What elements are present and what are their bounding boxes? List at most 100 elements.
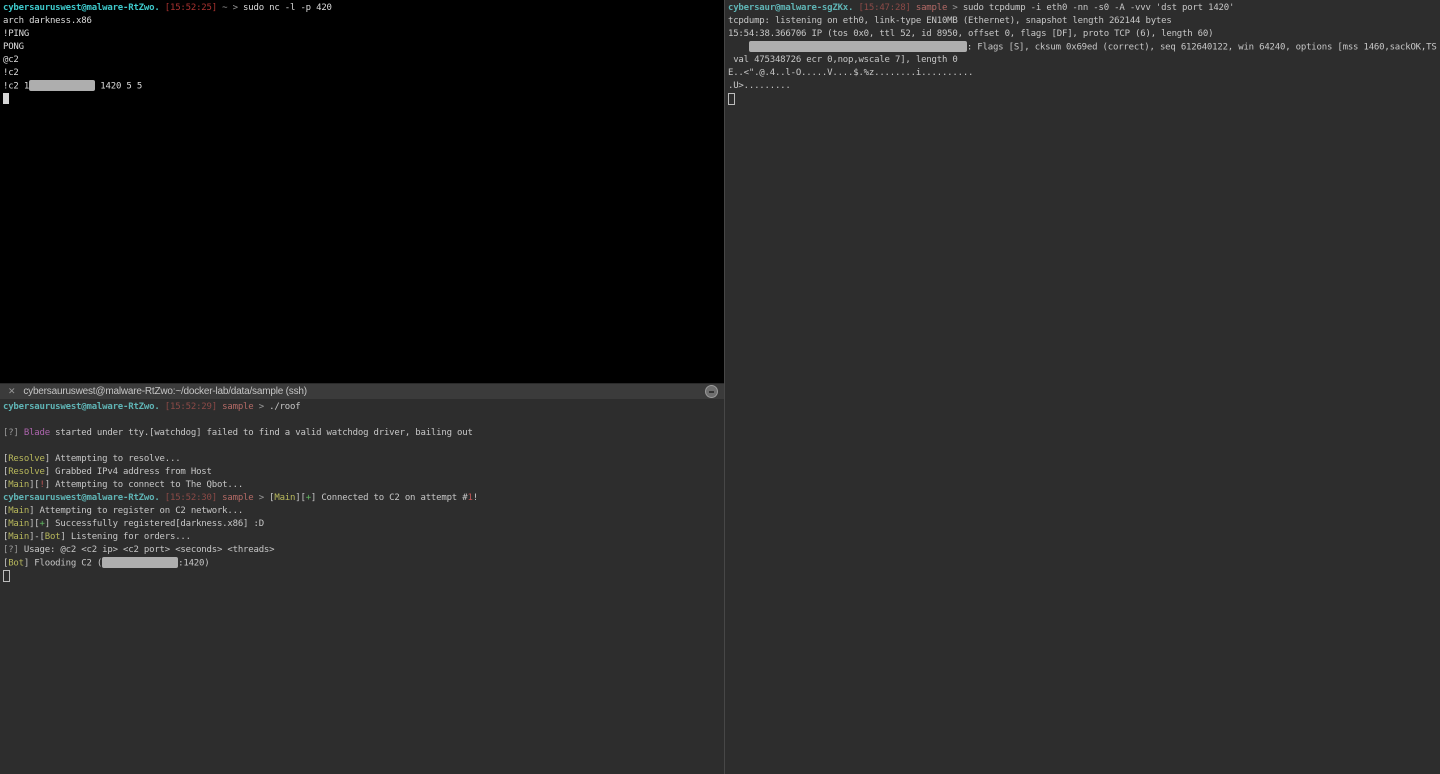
terminal-line: !c2 1 1420 5 5	[3, 80, 724, 93]
text-segment: .U>.........	[728, 81, 791, 91]
text-segment: ~ >	[217, 3, 238, 13]
pane-malware-sample[interactable]: cybersauruswest@malware-RtZwo. [15:52:29…	[0, 399, 724, 774]
terminal-line	[3, 93, 724, 106]
text-segment: Resolve	[8, 454, 45, 464]
text-segment	[728, 43, 749, 53]
redacted-text	[29, 80, 95, 91]
text-segment: PONG	[3, 42, 24, 52]
text-segment: [15:47:28]	[858, 3, 910, 13]
text-segment: tcpdump: listening on eth0, link-type EN…	[728, 16, 1172, 26]
terminal-line: .U>.........	[728, 80, 1440, 93]
terminal-line: E..<".@.4..l-O.....V....$.%z........i...…	[728, 67, 1440, 80]
text-segment: sample	[911, 3, 948, 13]
text-segment: >	[947, 3, 957, 13]
text-segment: ] Grabbed IPv4 address from Host	[45, 467, 212, 477]
terminal-line	[3, 570, 724, 583]
text-segment: Usage: @c2 <c2 ip> <c2 port> <seconds> <…	[19, 545, 275, 555]
terminal-line: PONG	[3, 41, 724, 54]
text-segment: Resolve	[8, 467, 45, 477]
text-segment: cybersaur@malware-sgZKx.	[728, 3, 853, 13]
text-segment: !	[473, 493, 478, 503]
text-segment: Main	[8, 532, 29, 542]
terminal-line: cybersauruswest@malware-RtZwo. [15:52:29…	[3, 401, 724, 414]
terminal-line: [Main] Attempting to register on C2 netw…	[3, 505, 724, 518]
text-segment: ][	[295, 493, 305, 503]
text-segment: Blade	[24, 428, 50, 438]
terminal-line: 15:54:38.366706 IP (tos 0x0, ttl 52, id …	[728, 28, 1440, 41]
terminal-line: cybersauruswest@malware-RtZwo. [15:52:30…	[3, 492, 724, 505]
text-segment: cybersauruswest@malware-RtZwo.	[3, 402, 160, 412]
text-segment: Main	[8, 519, 29, 529]
terminal-line	[3, 414, 724, 427]
text-segment: ][	[29, 519, 39, 529]
text-segment: sample	[217, 402, 254, 412]
terminal-line: cybersaur@malware-sgZKx. [15:47:28] samp…	[728, 2, 1440, 15]
text-segment: Bot	[8, 559, 24, 569]
terminal-line: [Bot] Flooding C2 (:1420)	[3, 557, 724, 570]
pane-tcpdump[interactable]: cybersaur@malware-sgZKx. [15:47:28] samp…	[725, 0, 1440, 774]
text-segment: cybersauruswest@malware-RtZwo.	[3, 493, 160, 503]
terminal-line: !c2	[3, 67, 724, 80]
terminal-cursor	[3, 93, 9, 104]
redacted-text	[749, 41, 967, 52]
text-segment: Main	[8, 506, 29, 516]
text-segment: !c2	[3, 68, 19, 78]
text-segment: 1420 5 5	[95, 82, 142, 92]
terminal-line: @c2	[3, 54, 724, 67]
terminal-output: cybersauruswest@malware-RtZwo. [15:52:29…	[3, 401, 724, 583]
terminal-line: arch darkness.x86	[3, 15, 724, 28]
text-segment: 15:54:38.366706 IP (tos 0x0, ttl 52, id …	[728, 29, 1213, 39]
text-segment: Bot	[45, 532, 61, 542]
text-segment: !c2 1	[3, 82, 29, 92]
terminal-line: [Main]-[Bot] Listening for orders...	[3, 531, 724, 544]
text-segment: ][	[29, 480, 39, 490]
terminal-line: [Main][+] Successfully registered[darkne…	[3, 518, 724, 531]
text-segment: ] Attempting to connect to The Qbot...	[45, 480, 243, 490]
text-segment: @c2	[3, 55, 19, 65]
text-segment: [15:52:25]	[165, 3, 217, 13]
terminal-line: tcpdump: listening on eth0, link-type EN…	[728, 15, 1440, 28]
text-segment: sudo nc -l -p 420	[238, 3, 332, 13]
text-segment: :1420)	[178, 559, 209, 569]
text-segment: E..<".@.4..l-O.....V....$.%z........i...…	[728, 68, 973, 78]
text-segment: [15:52:30]	[165, 493, 217, 503]
terminal-line: [Resolve] Grabbed IPv4 address from Host	[3, 466, 724, 479]
terminal-line: !PING	[3, 28, 724, 41]
circle-minus-icon[interactable]	[705, 385, 718, 398]
terminal-output: cybersaur@malware-sgZKx. [15:47:28] samp…	[728, 2, 1440, 106]
pane-title: cybersauruswest@malware-RtZwo:~/docker-l…	[23, 386, 307, 397]
terminal-line: [Resolve] Attempting to resolve...	[3, 453, 724, 466]
terminal-line: [?] Usage: @c2 <c2 ip> <c2 port> <second…	[3, 544, 724, 557]
text-segment: cybersauruswest@malware-RtZwo.	[3, 3, 160, 13]
terminal-line: [Main][!] Attempting to connect to The Q…	[3, 479, 724, 492]
terminal-line	[728, 93, 1440, 106]
text-segment: Main	[274, 493, 295, 503]
text-segment: !PING	[3, 29, 29, 39]
text-segment: ]-[	[29, 532, 45, 542]
text-segment: ] Successfully registered[darkness.x86] …	[45, 519, 264, 529]
text-segment: ] Flooding C2 (	[24, 559, 102, 569]
close-icon[interactable]: ✕	[8, 386, 15, 397]
terminal-cursor	[728, 93, 735, 105]
terminal-window: cybersauruswest@malware-RtZwo. [15:52:25…	[0, 0, 1440, 774]
text-segment: [15:52:29]	[165, 402, 217, 412]
text-segment: : Flags [S], cksum 0x69ed (correct), seq…	[967, 43, 1437, 53]
text-segment: >	[254, 493, 264, 503]
terminal-line: cybersauruswest@malware-RtZwo. [15:52:25…	[3, 2, 724, 15]
text-segment: [?]	[3, 428, 19, 438]
text-segment: ] Attempting to resolve...	[45, 454, 181, 464]
text-segment: sudo tcpdump -i eth0 -nn -s0 -A -vvv 'ds…	[958, 3, 1235, 13]
terminal-cursor	[3, 570, 10, 582]
text-segment: Main	[8, 480, 29, 490]
text-segment: arch darkness.x86	[3, 16, 92, 26]
redacted-text	[102, 557, 178, 568]
text-segment: >	[254, 402, 264, 412]
text-segment: ./roof	[264, 402, 301, 412]
text-segment: started under tty.[watchdog] failed to f…	[50, 428, 473, 438]
terminal-output: cybersauruswest@malware-RtZwo. [15:52:25…	[3, 2, 724, 106]
terminal-line	[3, 440, 724, 453]
pane-title-bar[interactable]: ✕ cybersauruswest@malware-RtZwo:~/docker…	[0, 383, 724, 399]
terminal-line: [?] Blade started under tty.[watchdog] f…	[3, 427, 724, 440]
terminal-line: : Flags [S], cksum 0x69ed (correct), seq…	[728, 41, 1440, 54]
pane-netcat-listener[interactable]: cybersauruswest@malware-RtZwo. [15:52:25…	[0, 0, 724, 383]
